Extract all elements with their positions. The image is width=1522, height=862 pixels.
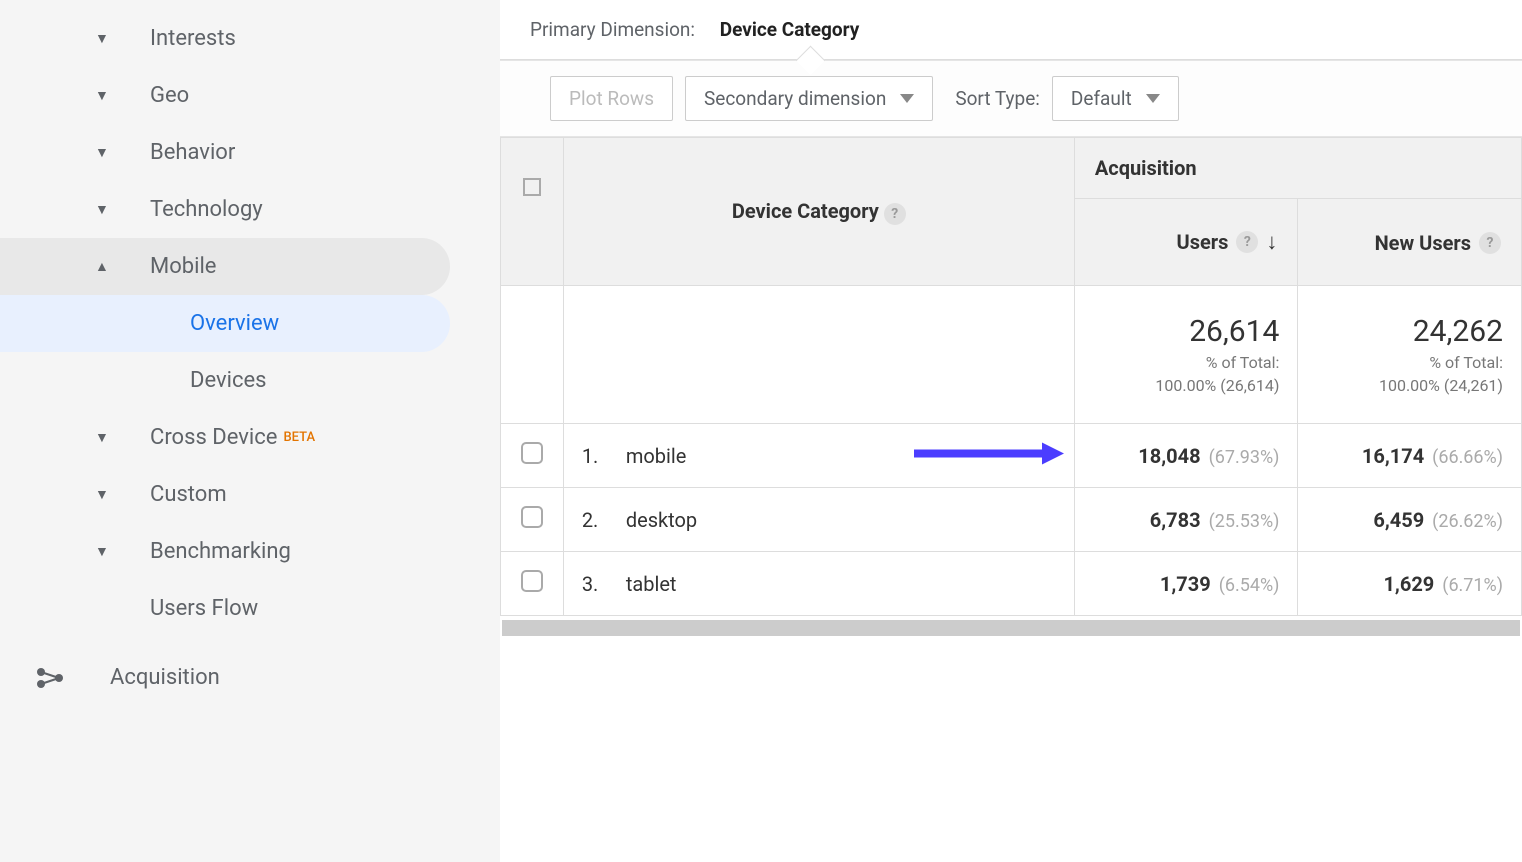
secondary-dimension-button[interactable]: Secondary dimension xyxy=(685,76,933,121)
sidebar-section-label: Acquisition xyxy=(110,665,220,690)
controls-bar: Plot Rows Secondary dimension Sort Type:… xyxy=(500,60,1522,137)
sort-descending-icon: ↓ xyxy=(1266,229,1277,255)
sidebar-item-label: Cross Device xyxy=(150,425,277,450)
metric-cell: 1,629(6.71%) xyxy=(1298,552,1522,616)
dimension-cell[interactable]: 3.tablet xyxy=(563,552,1074,616)
caret-down-icon: ▼ xyxy=(95,429,109,446)
dimension-cell[interactable]: 1.mobile xyxy=(563,424,1074,488)
metric-cell: 16,174(66.66%) xyxy=(1298,424,1522,488)
main-content: Primary Dimension: Device Category Plot … xyxy=(500,0,1522,862)
caret-up-icon: ▲ xyxy=(95,258,109,275)
sidebar-item-benchmarking[interactable]: ▼ Benchmarking xyxy=(0,523,500,580)
sidebar-item-label: Geo xyxy=(150,83,189,108)
beta-badge: BETA xyxy=(283,430,315,445)
primary-dimension-bar: Primary Dimension: Device Category xyxy=(500,0,1522,60)
caret-down-icon: ▼ xyxy=(95,486,109,503)
sidebar-subitem-overview[interactable]: Overview xyxy=(0,295,450,352)
caret-down-icon: ▼ xyxy=(95,543,109,560)
table-row: 2.desktop6,783(25.53%)6,459(26.62%) xyxy=(501,488,1522,552)
sort-type-label: Sort Type: xyxy=(955,87,1040,110)
sidebar-item-mobile[interactable]: ▲ Mobile xyxy=(0,238,450,295)
sidebar-item-geo[interactable]: ▼ Geo xyxy=(0,67,500,124)
table-row: 1.mobile18,048(67.93%)16,174(66.66%) xyxy=(501,424,1522,488)
sidebar-item-label: Mobile xyxy=(150,254,216,279)
sidebar-item-label: Technology xyxy=(150,197,263,222)
help-icon[interactable]: ? xyxy=(1479,232,1501,254)
sidebar-item-interests[interactable]: ▼ Interests xyxy=(0,10,500,67)
help-icon[interactable]: ? xyxy=(1236,231,1258,253)
metric-cell: 6,459(26.62%) xyxy=(1298,488,1522,552)
column-header-new-users[interactable]: New Users ? xyxy=(1298,199,1522,286)
sidebar-item-technology[interactable]: ▼ Technology xyxy=(0,181,500,238)
sidebar-item-label: Benchmarking xyxy=(150,539,291,564)
caret-down-icon: ▼ xyxy=(95,201,109,218)
dimension-cell[interactable]: 2.desktop xyxy=(563,488,1074,552)
select-all-header[interactable] xyxy=(501,138,564,286)
horizontal-scrollbar[interactable] xyxy=(502,620,1520,636)
acquisition-icon xyxy=(30,666,70,690)
caret-down-icon xyxy=(900,94,914,103)
highlight-arrow-icon xyxy=(914,440,1064,471)
help-icon[interactable]: ? xyxy=(884,203,906,225)
totals-row: 26,614% of Total:100.00% (26,614)24,262%… xyxy=(501,286,1522,424)
row-checkbox[interactable] xyxy=(501,488,564,552)
total-users: 26,614% of Total:100.00% (26,614) xyxy=(1074,286,1298,424)
caret-down-icon: ▼ xyxy=(95,30,109,47)
row-checkbox[interactable] xyxy=(501,424,564,488)
plot-rows-button[interactable]: Plot Rows xyxy=(550,76,673,121)
metric-cell: 1,739(6.54%) xyxy=(1074,552,1298,616)
caret-down-icon: ▼ xyxy=(95,144,109,161)
sidebar-subitem-devices[interactable]: Devices xyxy=(0,352,500,409)
sidebar: ▼ Interests ▼ Geo ▼ Behavior ▼ Technology ▲ Mobil… xyxy=(0,0,500,862)
sidebar-item-cross-device[interactable]: ▼ Cross Device BETA xyxy=(0,409,500,466)
metric-cell: 18,048(67.93%) xyxy=(1074,424,1298,488)
report-table: Device Category ? Acquisition Users ?↓Ne… xyxy=(500,137,1522,636)
total-new users: 24,262% of Total:100.00% (24,261) xyxy=(1298,286,1522,424)
column-header-dimension[interactable]: Device Category ? xyxy=(563,138,1074,286)
column-group-acquisition: Acquisition xyxy=(1074,138,1521,199)
sidebar-item-behavior[interactable]: ▼ Behavior xyxy=(0,124,500,181)
sidebar-item-label: Users Flow xyxy=(150,596,258,621)
primary-dimension-label: Primary Dimension: xyxy=(530,18,695,41)
caret-down-icon xyxy=(1146,94,1160,103)
table-row: 3.tablet1,739(6.54%)1,629(6.71%) xyxy=(501,552,1522,616)
caret-down-icon: ▼ xyxy=(95,87,109,104)
sidebar-item-label: Interests xyxy=(150,26,236,51)
row-checkbox[interactable] xyxy=(501,552,564,616)
sidebar-item-label: Custom xyxy=(150,482,227,507)
sidebar-item-users-flow[interactable]: Users Flow xyxy=(0,580,500,637)
sort-type-button[interactable]: Default xyxy=(1052,76,1179,121)
sidebar-item-custom[interactable]: ▼ Custom xyxy=(0,466,500,523)
sidebar-item-label: Behavior xyxy=(150,140,235,165)
column-header-users[interactable]: Users ?↓ xyxy=(1074,199,1298,286)
sidebar-section-acquisition[interactable]: Acquisition xyxy=(0,647,500,708)
primary-dimension-value[interactable]: Device Category xyxy=(720,18,860,41)
metric-cell: 6,783(25.53%) xyxy=(1074,488,1298,552)
